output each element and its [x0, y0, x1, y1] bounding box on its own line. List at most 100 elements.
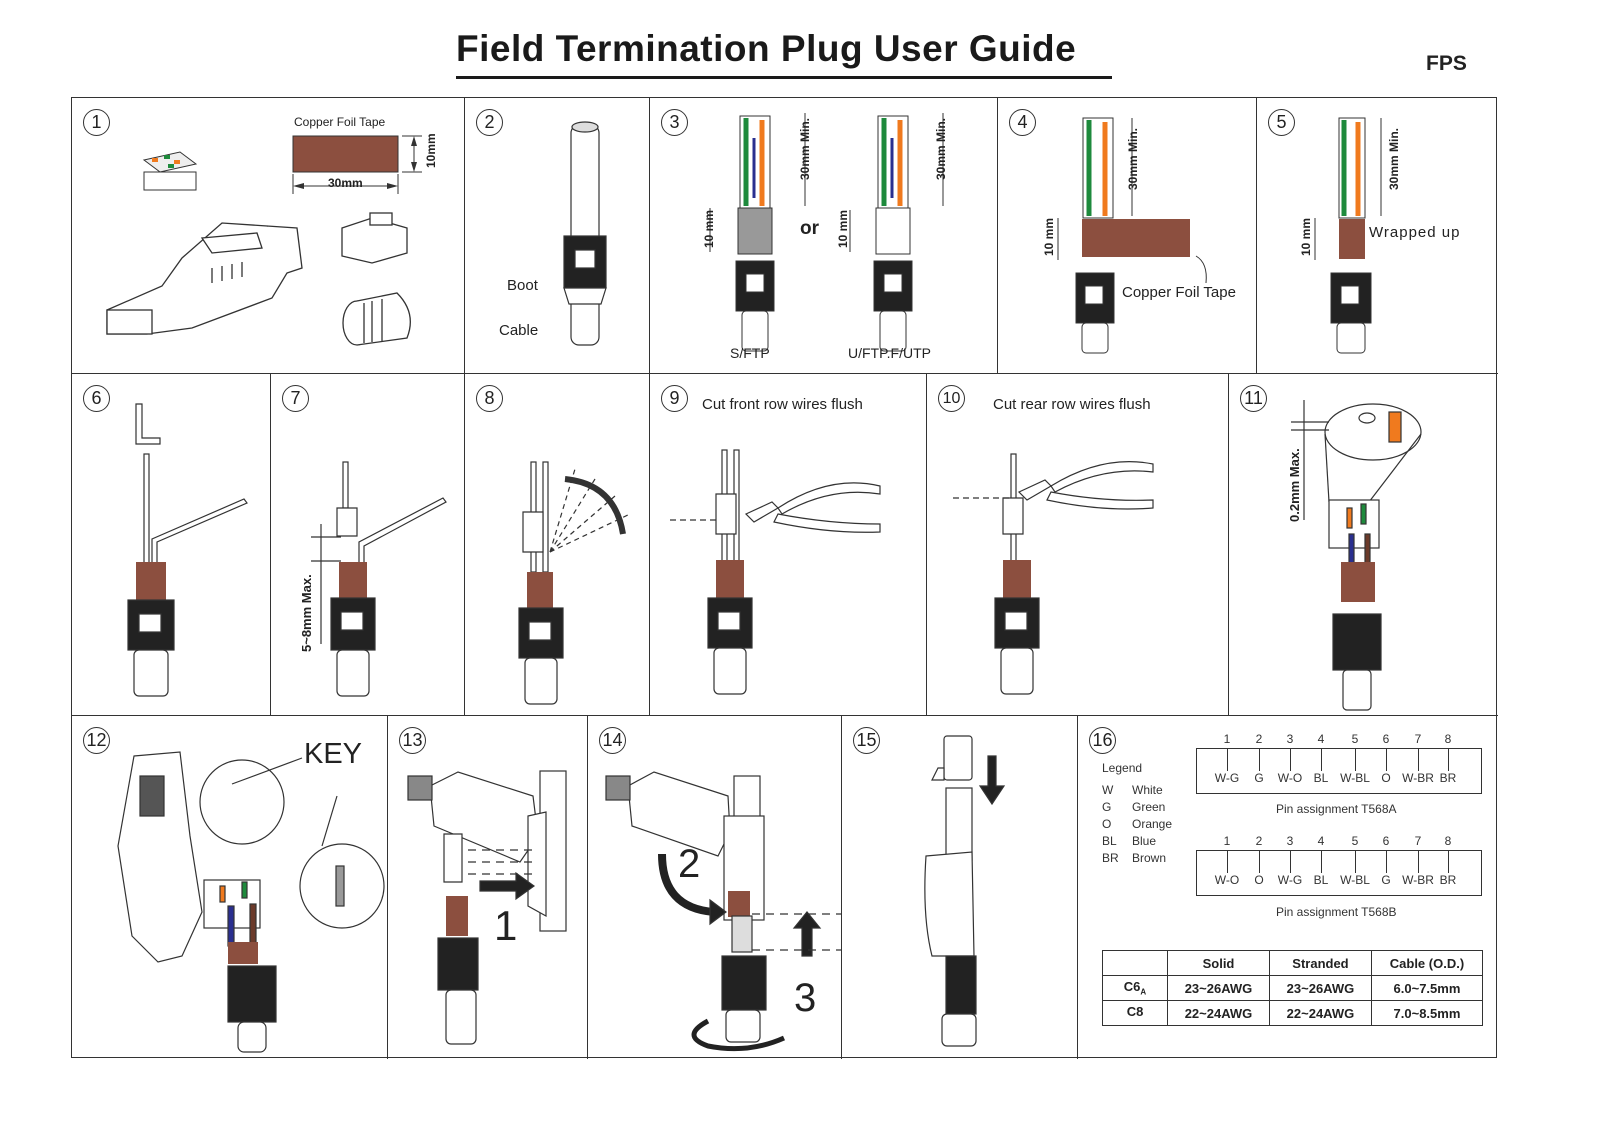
step-12-panel: 12 KEY [72, 716, 388, 1059]
step-2-panel: 2 Boot Cable [465, 98, 650, 374]
copper-tape-label: Copper Foil Tape [1122, 284, 1236, 301]
wire-spec-table: Solid Stranded Cable (O.D.) C6A 23~26AWG… [1102, 950, 1484, 1026]
pin-number: 5 [1351, 732, 1359, 746]
pin-tick [1386, 851, 1387, 873]
tape-width-label: 30mm [328, 176, 363, 190]
pin-number: 3 [1286, 834, 1294, 848]
flush-check-illustration [1291, 400, 1422, 711]
step-15-panel: 15 [842, 716, 1078, 1059]
legend-item: O Orange [1102, 817, 1173, 831]
spec-stranded: 23~26AWG [1268, 975, 1372, 1001]
step-9-panel: 9 Cut front row wires flush [650, 374, 927, 716]
shield-length-label: 10 mm [836, 209, 850, 248]
down-arrow-icon [978, 755, 1006, 806]
utp-label: U/FTP.F/UTP [848, 345, 931, 361]
cutter-icon [1017, 461, 1154, 510]
pin-number: 8 [1444, 732, 1452, 746]
legend-title: Legend [1102, 761, 1143, 775]
cable-label: Cable [499, 322, 539, 339]
pin-number: 3 [1286, 732, 1294, 746]
gland-nut-icon [342, 292, 411, 346]
strip-length-label: 30mm Min. [1126, 127, 1140, 190]
clip-icon [341, 212, 408, 264]
pin-number: 8 [1444, 834, 1452, 848]
legend-item: G Green [1102, 800, 1166, 814]
step-14-panel: 14 2 3 [588, 716, 842, 1059]
spec-header: Cable (O.D.) [1370, 950, 1484, 976]
step-13-panel: 13 1 [388, 716, 588, 1059]
spec-header: Solid [1167, 950, 1270, 976]
cap-on-illustration [924, 735, 1006, 1047]
insert-into-plug-illustration [407, 770, 567, 1045]
shield-length-label: 10 mm [1042, 217, 1056, 256]
protrusion-label: 0.2mm Max. [1287, 448, 1302, 522]
pin-tick [1448, 749, 1449, 771]
step-5-panel: 5 30mm Min. 10 mm Wrapped up [1257, 98, 1498, 374]
sftp-cable [735, 115, 775, 352]
pin-tick [1355, 749, 1356, 771]
strip-length-label: 30mm Min. [798, 117, 812, 180]
sftp-label: S/FTP [730, 345, 770, 361]
pin-tick [1227, 749, 1228, 771]
pin-tick [1259, 749, 1260, 771]
wrapped-up-label: Wrapped up [1369, 224, 1461, 241]
wire-sweep-illustration [518, 461, 631, 705]
magnifier-callout [1324, 403, 1422, 461]
cable-boot-illustration [563, 121, 607, 346]
spec-type: C8 [1102, 1000, 1168, 1026]
pin-number: 4 [1317, 834, 1325, 848]
pin-wire-label: BR [1439, 873, 1457, 887]
legend-item: BL Blue [1102, 834, 1157, 848]
pin-number: 1 [1223, 834, 1231, 848]
legend-item: W White [1102, 783, 1163, 797]
boot-label: Boot [507, 277, 538, 294]
pin-caption-t568b: Pin assignment T568B [1276, 905, 1397, 919]
spec-row: C6A 23~26AWG 23~26AWG 6.0~7.5mm [1102, 975, 1484, 1001]
spec-cable-od: 7.0~8.5mm [1370, 1000, 1484, 1026]
copper-tape [292, 135, 399, 173]
model-code: FPS [1426, 52, 1467, 75]
instruction-grid: 1 Copper Foil Tape 10mm 30mm 2 Boot Cabl… [71, 97, 1498, 1059]
pin-tick [1227, 851, 1228, 873]
action-number: 1 [494, 902, 518, 949]
pin-number: 7 [1414, 732, 1422, 746]
pin-number: 6 [1382, 834, 1390, 848]
shield-length-label: 10 mm [702, 209, 716, 248]
spec-row: C8 22~24AWG 22~24AWG 7.0~8.5mm [1102, 1000, 1484, 1026]
spec-solid: 22~24AWG [1167, 1000, 1270, 1026]
cut-front-illustration [670, 449, 881, 695]
pin-tick [1290, 749, 1291, 771]
step-10-panel: 10 Cut rear row wires flush [927, 374, 1229, 716]
step-7-panel: 7 5~8mm Max. [271, 374, 465, 716]
pin-number: 2 [1255, 834, 1263, 848]
key-label: KEY [304, 738, 363, 770]
gap-label: 5~8mm Max. [299, 574, 314, 652]
pin-tick [1290, 851, 1291, 873]
push-arrow-icon [479, 871, 536, 901]
strip-length-label: 30mm Min. [1387, 127, 1401, 190]
spec-solid: 23~26AWG [1167, 975, 1270, 1001]
step-8-panel: 8 [465, 374, 650, 716]
legend-item: BR Brown [1102, 851, 1167, 865]
spec-header: Stranded [1268, 950, 1372, 976]
insert-depth-illustration [311, 461, 447, 697]
pin-caption-t568a: Pin assignment T568A [1276, 802, 1397, 816]
utp-cable [873, 115, 913, 352]
key-callout-top [199, 759, 285, 845]
pin-diagram-t568b: 1 W-O 2 O 3 W-G 4 BL 5 W-BL 6 G 7 W-BR 8 BR [1196, 834, 1482, 896]
color-legend: Legend W White G Green O Orange BL Blue BR Br… [1102, 760, 1172, 867]
wire-insert-icon [142, 151, 198, 191]
step-1-panel: 1 Copper Foil Tape 10mm 30mm [72, 98, 465, 374]
pin-tick [1418, 851, 1419, 873]
pin-tick [1259, 851, 1260, 873]
spec-cable-od: 6.0~7.5mm [1370, 975, 1484, 1001]
pin-number: 2 [1255, 732, 1263, 746]
pin-tick [1321, 851, 1322, 873]
pin-tick [1386, 749, 1387, 771]
strip-length-label: 30mm Min. [934, 117, 948, 180]
pin-number: 1 [1223, 732, 1231, 746]
pin-tick [1418, 749, 1419, 771]
parts-illustration [106, 135, 422, 346]
pin-number: 5 [1351, 834, 1359, 848]
step-16-panel: 1 6 Legend W White G Green O Orange BL Blue B… [1078, 716, 1498, 1059]
